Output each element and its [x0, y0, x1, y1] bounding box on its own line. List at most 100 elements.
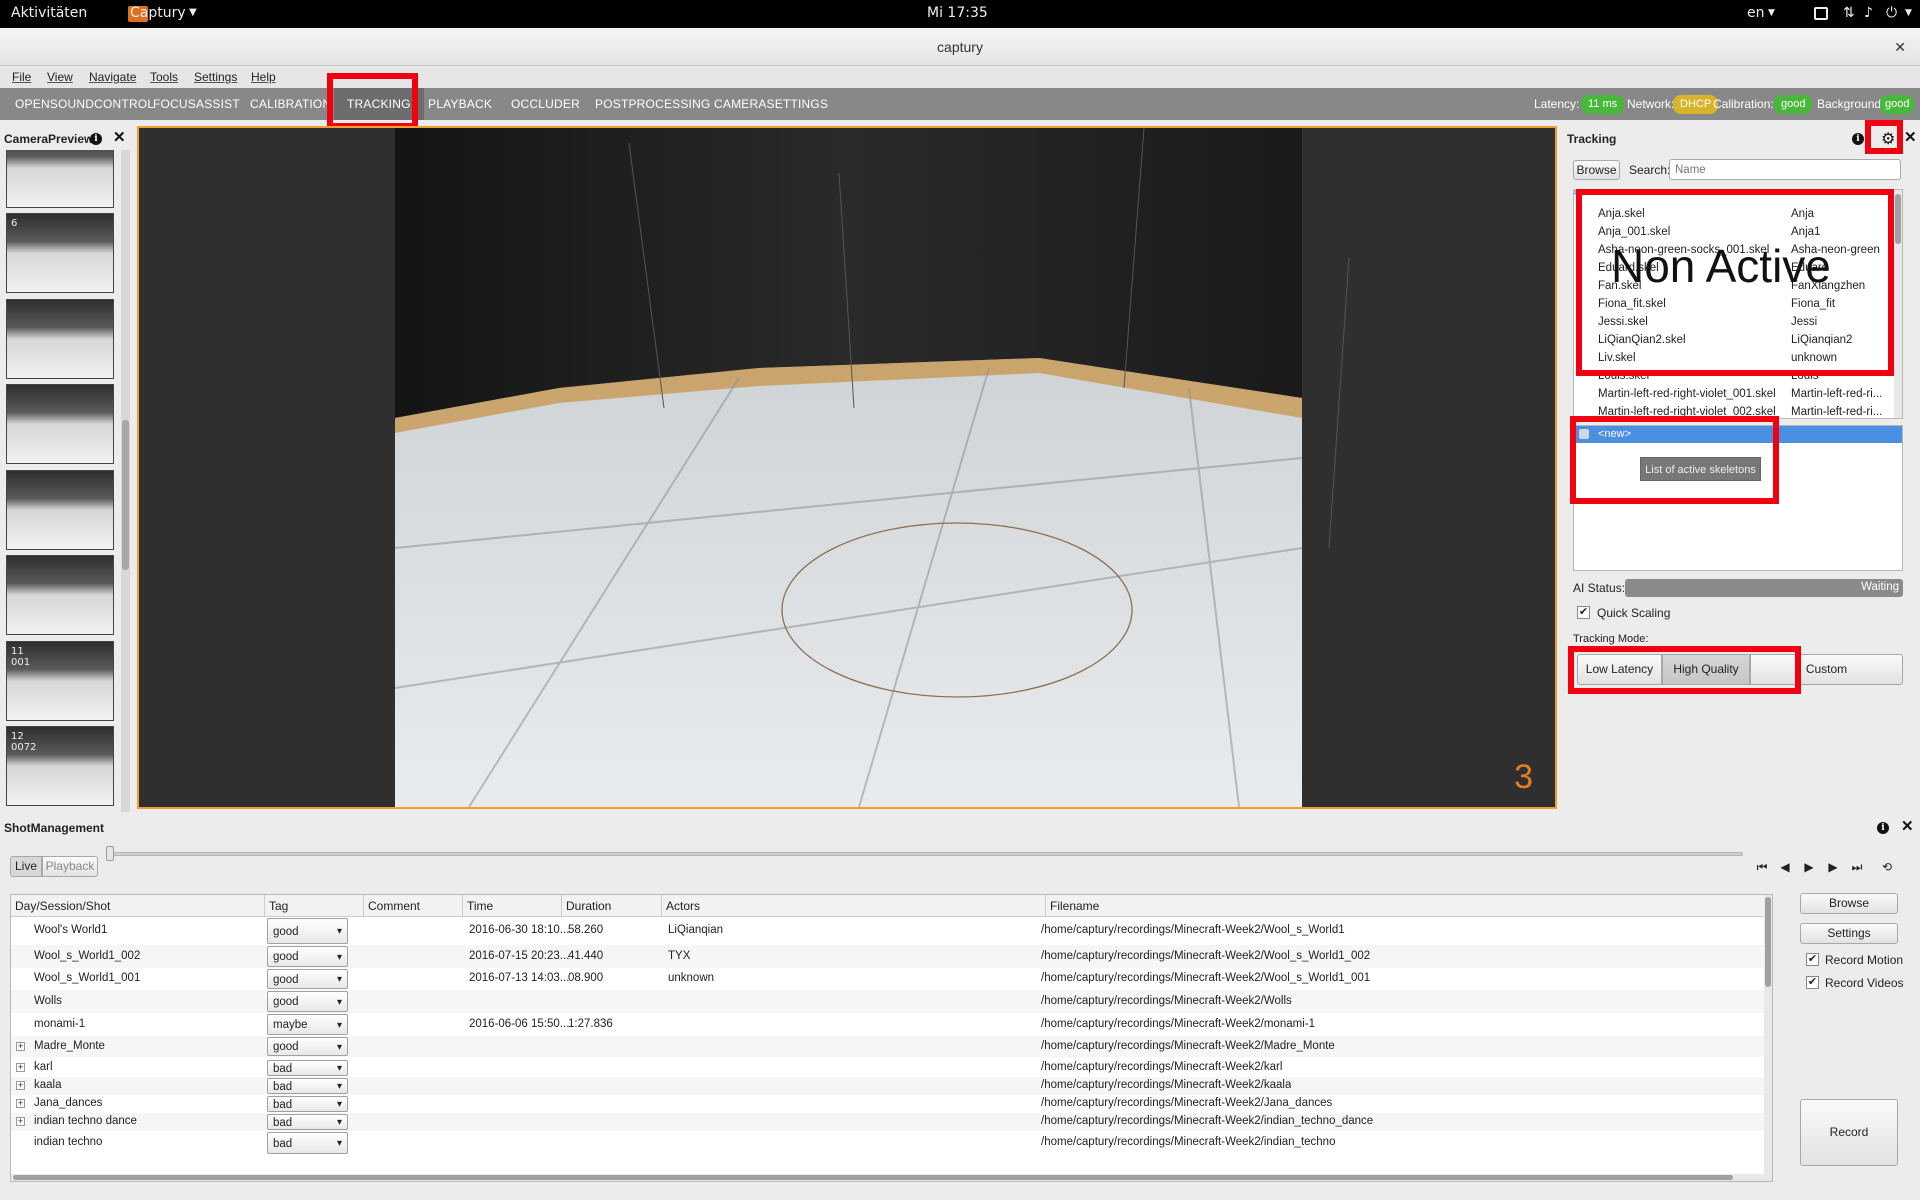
column-header[interactable]: Comment — [364, 895, 463, 917]
tag-select[interactable]: good — [267, 946, 348, 968]
camera-viewport[interactable]: 3 — [137, 126, 1557, 809]
menu-navigate[interactable]: Navigate — [89, 70, 136, 84]
network-icon[interactable]: ⇅ — [1843, 5, 1855, 21]
list-item[interactable]: LiQianQian2.skel LiQianqian2 — [1574, 332, 1894, 350]
skip-to-end-icon[interactable]: ⏭ — [1847, 857, 1867, 877]
thumbnail-scrollbar[interactable] — [121, 150, 130, 812]
skip-to-start-icon[interactable]: ⏮ — [1752, 857, 1772, 877]
list-item[interactable]: Martin-left-red-right-violet_002.skel Mar… — [1574, 404, 1894, 418]
camera-thumbnail[interactable] — [6, 150, 114, 208]
low-latency-button[interactable]: Low Latency — [1577, 654, 1662, 685]
expand-icon[interactable]: + — [16, 1063, 25, 1072]
table-row[interactable]: Wolls good/home/captury/recordings/Minecr… — [11, 990, 1766, 1013]
menu-help[interactable]: Help — [251, 70, 276, 84]
power-icon[interactable]: ⏻ — [1886, 5, 1897, 21]
browse-button[interactable]: Browse — [1573, 160, 1620, 180]
menu-file[interactable]: File — [12, 70, 31, 84]
scrollbar-thumb[interactable] — [1895, 194, 1901, 244]
info-icon[interactable]: i — [90, 133, 102, 145]
gear-icon[interactable]: ⚙ — [1881, 129, 1895, 149]
scrollbar-thumb[interactable] — [13, 1175, 1733, 1180]
camera-thumbnail[interactable] — [6, 555, 114, 635]
scrollbar-thumb[interactable] — [122, 420, 129, 570]
table-row[interactable]: + indian techno dance bad/home/captury/rec… — [11, 1113, 1766, 1131]
info-icon[interactable]: i — [1877, 822, 1889, 834]
tab-tracking[interactable]: TRACKING — [334, 88, 424, 120]
tab-occluder[interactable]: OCCLUDER — [511, 88, 580, 120]
live-toggle[interactable]: Live — [10, 856, 42, 877]
table-row[interactable]: indian techno bad/home/captury/recordings… — [11, 1131, 1766, 1155]
record-motion-checkbox[interactable]: ✔ — [1806, 953, 1819, 966]
tag-select[interactable]: bad — [267, 1114, 348, 1131]
expand-icon[interactable]: + — [16, 1117, 25, 1126]
quick-scaling-checkbox[interactable]: ✔ — [1577, 606, 1590, 619]
column-header[interactable]: Tag — [265, 895, 364, 917]
column-header[interactable]: Day/Session/Shot — [11, 895, 265, 917]
volume-icon[interactable]: ♪ — [1864, 5, 1873, 21]
tag-select[interactable]: bad — [267, 1096, 348, 1113]
tag-select[interactable]: bad — [267, 1132, 348, 1155]
menu-view[interactable]: View — [47, 70, 73, 84]
table-row[interactable]: Wool_s_World1_002 good 2016-07-15 20:23...… — [11, 945, 1766, 968]
step-forward-icon[interactable]: ▶ — [1823, 857, 1843, 877]
language-indicator[interactable]: en — [1747, 5, 1765, 21]
tag-select[interactable]: good — [267, 1037, 348, 1057]
table-row[interactable]: Wool's World1 good 2016-06-30 18:10...58.2… — [11, 917, 1766, 945]
tag-select[interactable]: good — [267, 969, 348, 990]
table-row[interactable]: + Jana_dances bad/home/captury/recordings/… — [11, 1095, 1766, 1113]
list-item[interactable]: Anja.skel Anja — [1574, 206, 1894, 224]
app-menu-button[interactable]: Captury — [130, 5, 186, 21]
list-item[interactable]: <new> — [1574, 426, 1902, 443]
play-icon[interactable]: ▶ — [1799, 857, 1819, 877]
clock[interactable]: Mi 17:35 — [927, 5, 988, 21]
menu-settings[interactable]: Settings — [194, 70, 237, 84]
table-row[interactable]: Wool_s_World1_001 good 2016-07-13 14:03...… — [11, 968, 1766, 990]
table-scrollbar[interactable] — [1764, 895, 1772, 1181]
column-header[interactable]: Actors — [662, 895, 1046, 917]
list-item[interactable]: Fiona_fit.skel Fiona_fit — [1574, 296, 1894, 314]
list-item[interactable]: Louis.skel Louis — [1574, 368, 1894, 386]
camera-thumbnail[interactable]: 6 — [6, 213, 114, 293]
tab-camerasettings[interactable]: CAMERASETTINGS — [714, 88, 828, 120]
list-scrollbar[interactable] — [1894, 190, 1902, 418]
camera-thumbnail[interactable]: 0 — [6, 299, 114, 379]
close-icon[interactable]: ✕ — [1904, 128, 1917, 146]
table-row[interactable]: + karl bad/home/captury/recordings/Minecra… — [11, 1059, 1766, 1077]
shots-table[interactable]: Day/Session/Shot Tag Comment Time Durati… — [10, 894, 1773, 1182]
expand-icon[interactable]: + — [16, 1099, 25, 1108]
camera-thumbnail[interactable] — [6, 470, 114, 550]
column-header[interactable]: Duration — [562, 895, 662, 917]
tag-select[interactable]: maybe — [267, 1014, 348, 1036]
column-header[interactable]: Time — [463, 895, 562, 917]
custom-button[interactable]: Custom — [1750, 654, 1903, 685]
loop-icon[interactable]: ⟲ — [1877, 857, 1897, 877]
table-row[interactable]: + kaala bad/home/captury/recordings/Minecr… — [11, 1077, 1766, 1095]
tab-focusassist[interactable]: FOCUSASSIST — [153, 88, 240, 120]
activities-button[interactable]: Aktivitäten — [11, 5, 87, 21]
high-quality-button[interactable]: High Quality — [1662, 654, 1750, 685]
tab-postprocessing[interactable]: POSTPROCESSING — [595, 88, 711, 120]
expand-icon[interactable]: + — [16, 1041, 25, 1051]
tab-opensoundcontrol[interactable]: OPENSOUNDCONTROL — [15, 88, 154, 120]
step-back-icon[interactable]: ◀ — [1775, 857, 1795, 877]
tag-select[interactable]: good — [267, 918, 348, 945]
scrollbar-thumb[interactable] — [1765, 897, 1771, 987]
camera-thumbnail[interactable]: 11 001 — [6, 641, 114, 721]
list-item[interactable]: Martin-left-red-right-violet_001.skel Mar… — [1574, 386, 1894, 404]
close-icon[interactable]: ✕ — [1894, 28, 1906, 66]
list-item[interactable]: Jessi.skel Jessi — [1574, 314, 1894, 332]
shot-browse-button[interactable]: Browse — [1800, 893, 1898, 914]
timeline-slider-handle[interactable] — [106, 846, 114, 861]
camera-thumbnail[interactable]: 12 0072 — [6, 726, 114, 806]
tab-calibration[interactable]: CALIBRATION — [250, 88, 331, 120]
info-icon[interactable]: i — [1852, 133, 1864, 145]
thumbnail-list[interactable]: 6 0 11 001 12 0072 — [0, 150, 130, 812]
list-item[interactable]: Liv.skel unknown — [1574, 350, 1894, 368]
close-icon[interactable]: ✕ — [1901, 817, 1914, 835]
column-header[interactable]: Filename — [1046, 895, 1766, 917]
table-row[interactable]: monami-1 maybe 2016-06-06 15:50...1:27.836… — [11, 1013, 1766, 1036]
expand-icon[interactable]: + — [16, 1081, 25, 1090]
shot-settings-button[interactable]: Settings — [1800, 923, 1898, 944]
horizontal-scrollbar[interactable] — [11, 1174, 1766, 1181]
window-switch-icon[interactable] — [1814, 7, 1828, 20]
